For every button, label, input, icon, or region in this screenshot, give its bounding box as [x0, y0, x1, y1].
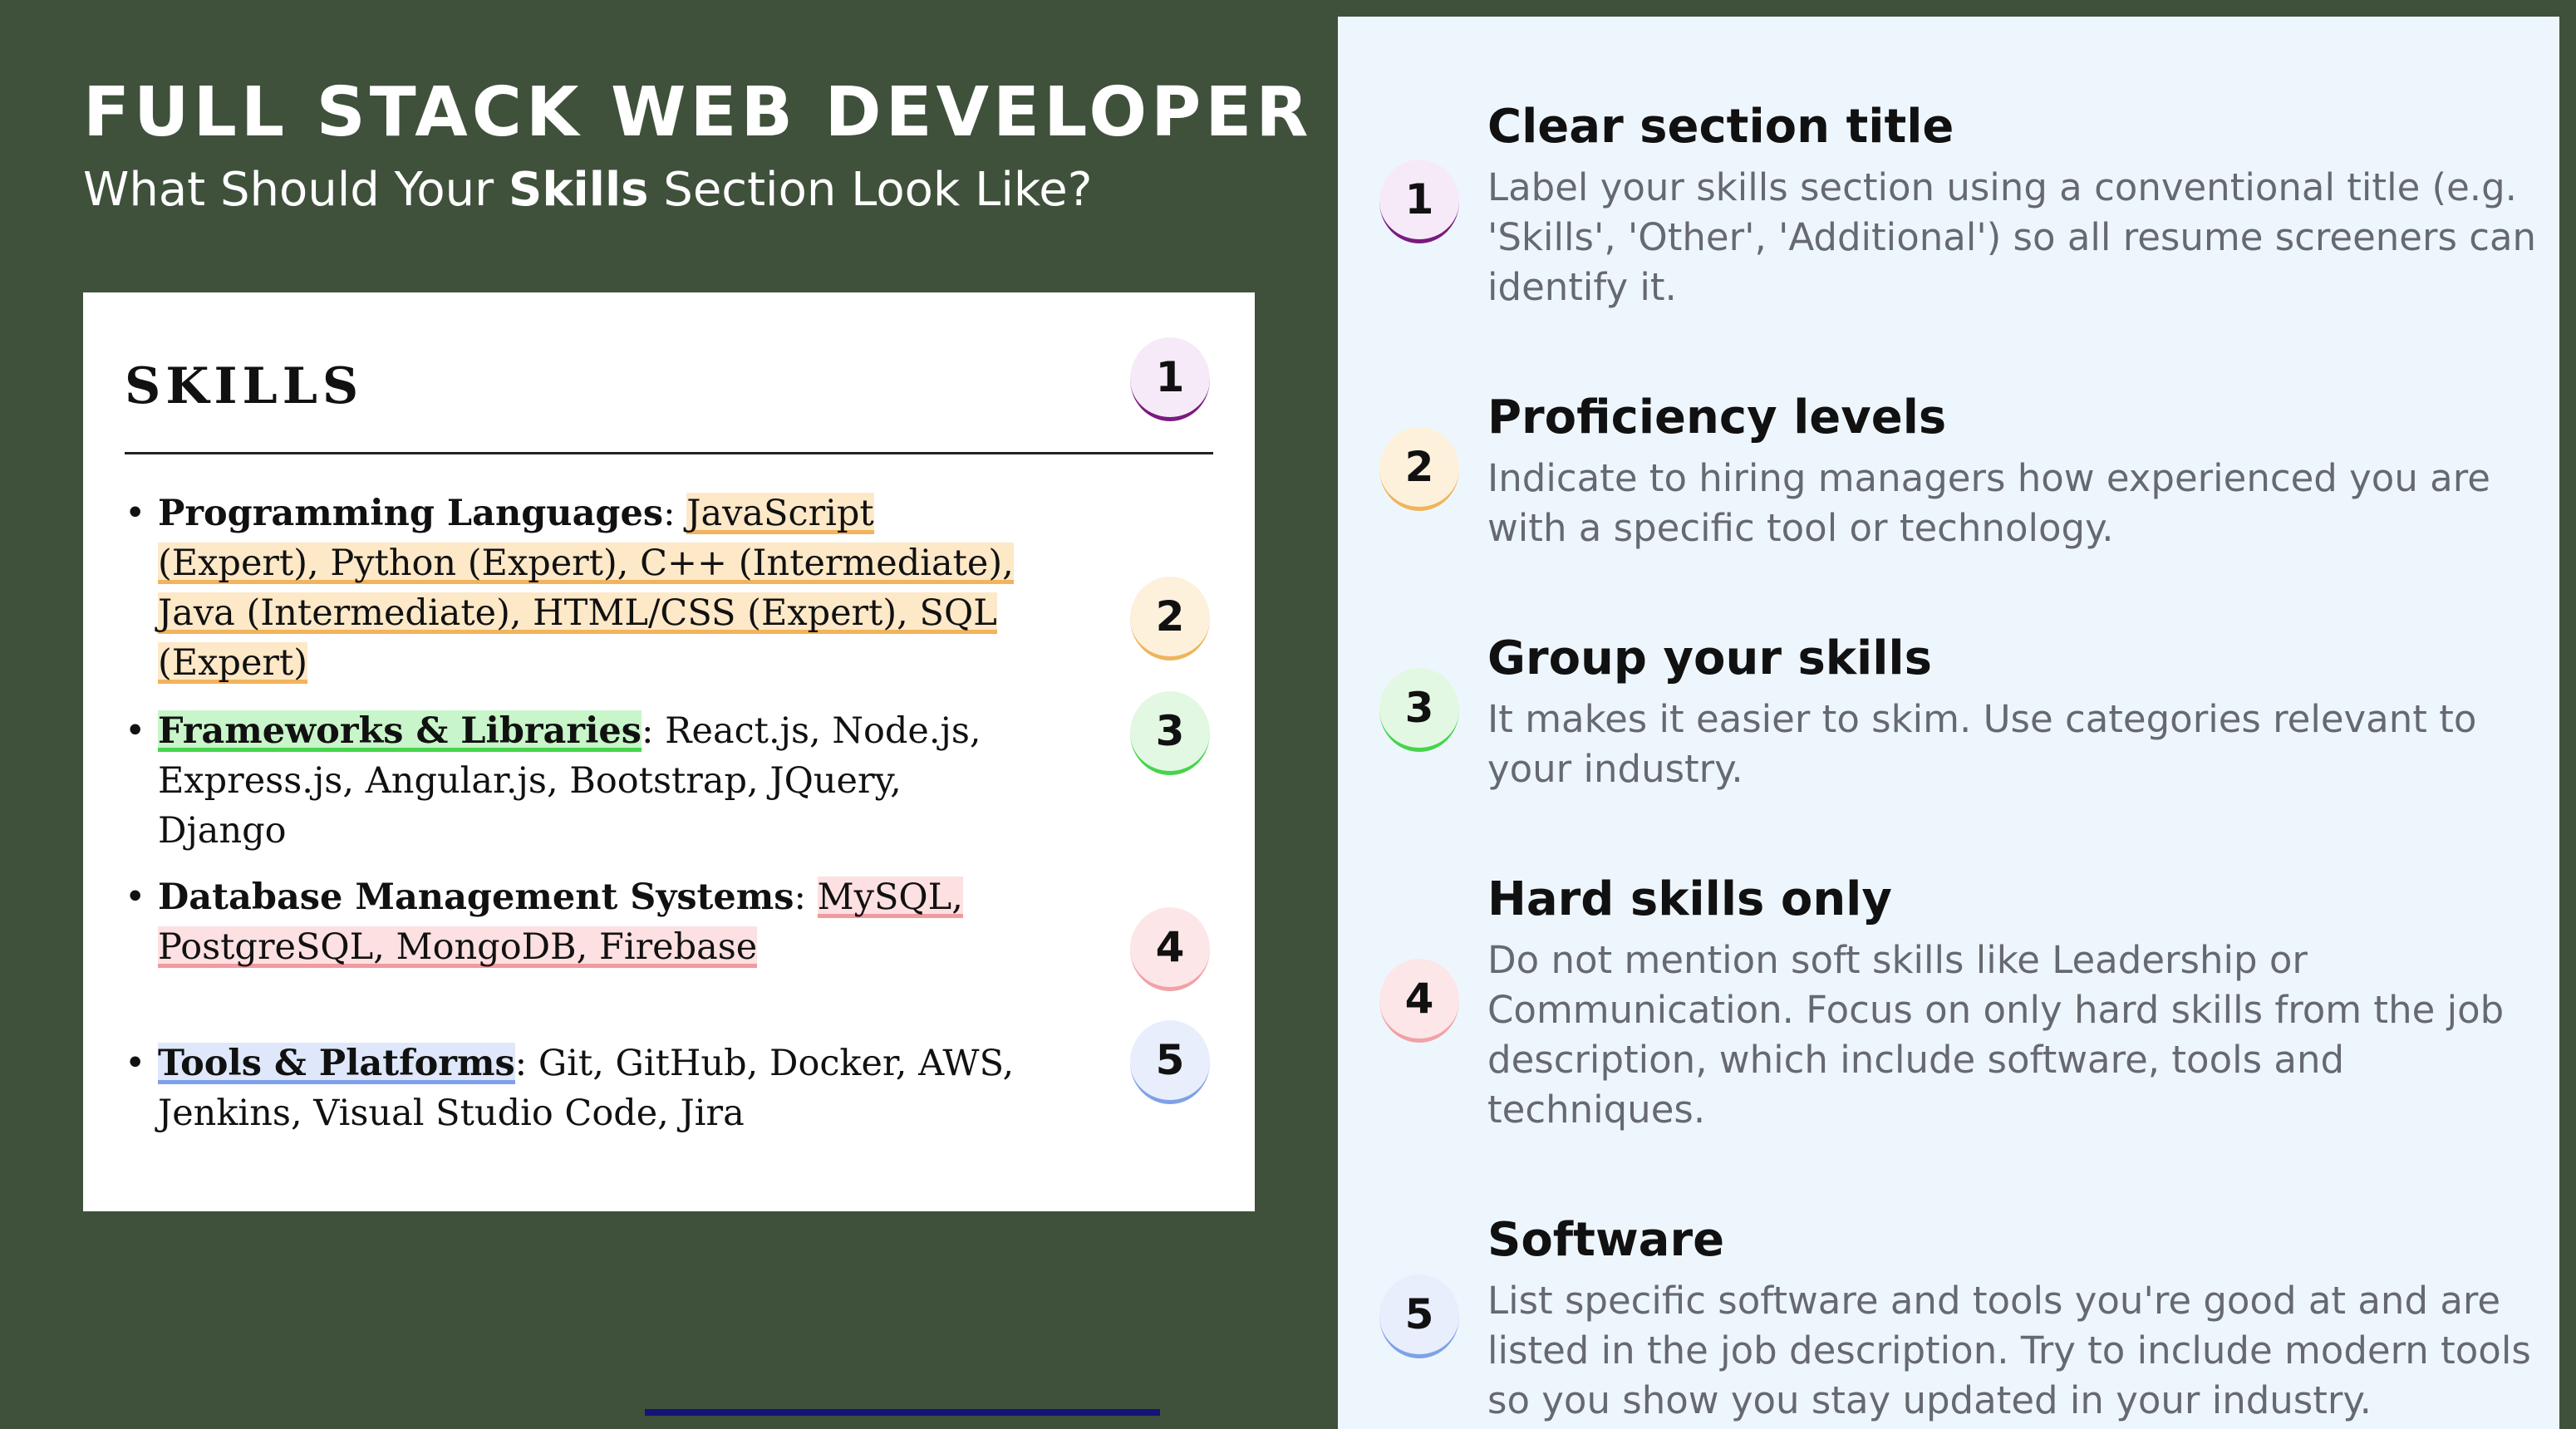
tip-description: List specific software and tools you're … [1487, 1279, 2531, 1422]
skill-separator: : [663, 493, 687, 534]
page-subtitle: What Should Your Skills Section Look Lik… [83, 163, 1092, 217]
tip-badge-1: 1 [1379, 160, 1459, 243]
tip-description: Label your skills section using a conven… [1487, 165, 2537, 309]
tip-title: Software [1487, 1213, 1725, 1267]
skill-item-frameworks: Frameworks & Libraries: React.js, Node.j… [116, 706, 1030, 856]
page-title: FULL STACK WEB DEVELOPER [83, 73, 1313, 152]
section-divider [125, 452, 1213, 454]
skill-category-label: Database Management Systems [158, 877, 794, 918]
tip-badge-3: 3 [1379, 668, 1459, 752]
subtitle-keyword: Skills [508, 163, 649, 217]
tips-panel: 1 Clear section title Label your skills … [1338, 17, 2559, 1429]
bottom-accent-bar [645, 1409, 1160, 1416]
callout-badge-5: 5 [1130, 1020, 1210, 1104]
skill-separator: : [641, 710, 666, 752]
callout-badge-4: 4 [1130, 907, 1210, 991]
tip-description: Indicate to hiring managers how experien… [1487, 456, 2490, 550]
tip-badge-5: 5 [1379, 1274, 1459, 1358]
tip-badge-2: 2 [1379, 427, 1459, 511]
callout-badge-1: 1 [1130, 337, 1210, 421]
skill-category-label: Programming Languages [158, 493, 664, 534]
tip-description: It makes it easier to skim. Use categori… [1487, 697, 2477, 791]
tip-title: Clear section title [1487, 100, 1954, 154]
skill-item-programming-languages: Programming Languages: JavaScript (Exper… [116, 489, 1030, 688]
tip-title: Proficiency levels [1487, 390, 1947, 444]
tip-description: Do not mention soft skills like Leadersh… [1487, 938, 2505, 1132]
skill-item-databases: Database Management Systems: MySQL, Post… [116, 872, 1030, 972]
callout-badge-2: 2 [1130, 577, 1210, 660]
tip-title: Hard skills only [1487, 872, 1892, 926]
skill-category-label-highlight: Tools & Platforms [158, 1043, 515, 1084]
skill-category-label-highlight: Frameworks & Libraries [158, 710, 642, 752]
subtitle-text-start: What Should Your [83, 163, 509, 217]
skill-separator: : [794, 877, 818, 918]
tip-badge-4: 4 [1379, 959, 1459, 1043]
subtitle-text-end: Section Look Like? [648, 163, 1093, 217]
resume-section-heading: SKILLS [125, 357, 364, 415]
skill-separator: : [514, 1043, 538, 1084]
tip-title: Group your skills [1487, 631, 1932, 685]
skill-item-tools: Tools & Platforms: Git, GitHub, Docker, … [116, 1039, 1030, 1138]
callout-badge-3: 3 [1130, 691, 1210, 775]
resume-skills-sample: SKILLS 1 Programming Languages: JavaScri… [83, 292, 1255, 1211]
